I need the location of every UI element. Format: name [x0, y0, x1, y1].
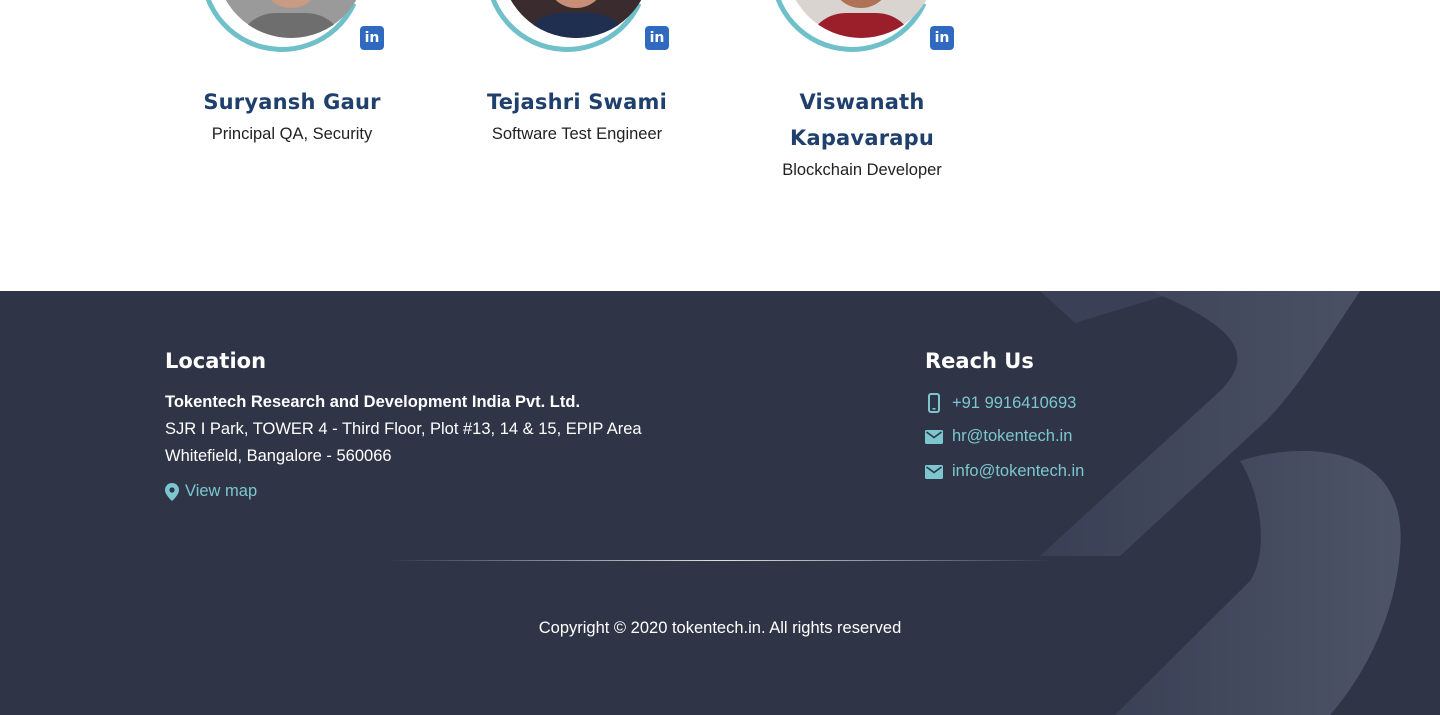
map-pin-icon — [165, 482, 179, 501]
member-role: Software Test Engineer — [491, 125, 663, 143]
address-line-2: Whitefield, Bangalore - 560066 — [165, 447, 392, 465]
member-photo-frame: in — [746, 0, 958, 76]
member-name: Tejashri Swami — [486, 90, 668, 114]
phone-icon — [928, 393, 940, 413]
email-hr-link[interactable]: hr@tokentech.in — [925, 427, 1072, 446]
member-photo-frame: in — [176, 0, 388, 76]
team-section: in Suryansh Gaur Principal QA, Security … — [0, 0, 1440, 291]
email-hr[interactable]: hr@tokentech.in — [952, 427, 1072, 446]
linkedin-icon[interactable]: in — [645, 26, 669, 50]
member-name: Viswanath Kapavarapu — [789, 90, 935, 150]
location-title: Location — [165, 349, 267, 373]
address-line-1: SJR I Park, TOWER 4 - Third Floor, Plot … — [165, 420, 642, 438]
company-name: Tokentech Research and Development India… — [165, 393, 581, 411]
phone-link[interactable]: +91 9916410693 — [925, 393, 1076, 413]
copyright-text: Copyright © 2020 tokentech.in. All right… — [538, 619, 902, 637]
reach-us-title: Reach Us — [925, 349, 1034, 373]
linkedin-icon[interactable]: in — [360, 26, 384, 50]
member-role: Principal QA, Security — [211, 125, 373, 143]
member-photo-frame: in — [461, 0, 673, 76]
member-role: Blockchain Developer — [782, 161, 942, 179]
footer-divider — [385, 560, 1055, 561]
member-name: Suryansh Gaur — [203, 90, 381, 114]
mail-icon — [925, 464, 943, 479]
email-info[interactable]: info@tokentech.in — [952, 462, 1084, 481]
linkedin-icon[interactable]: in — [930, 26, 954, 50]
view-map-link[interactable]: View map — [165, 482, 257, 501]
site-footer: Location Tokentech Research and Developm… — [0, 291, 1440, 715]
mail-icon — [925, 429, 943, 444]
email-info-link[interactable]: info@tokentech.in — [925, 462, 1084, 481]
phone-number[interactable]: +91 9916410693 — [952, 394, 1076, 413]
view-map-label[interactable]: View map — [185, 482, 257, 501]
